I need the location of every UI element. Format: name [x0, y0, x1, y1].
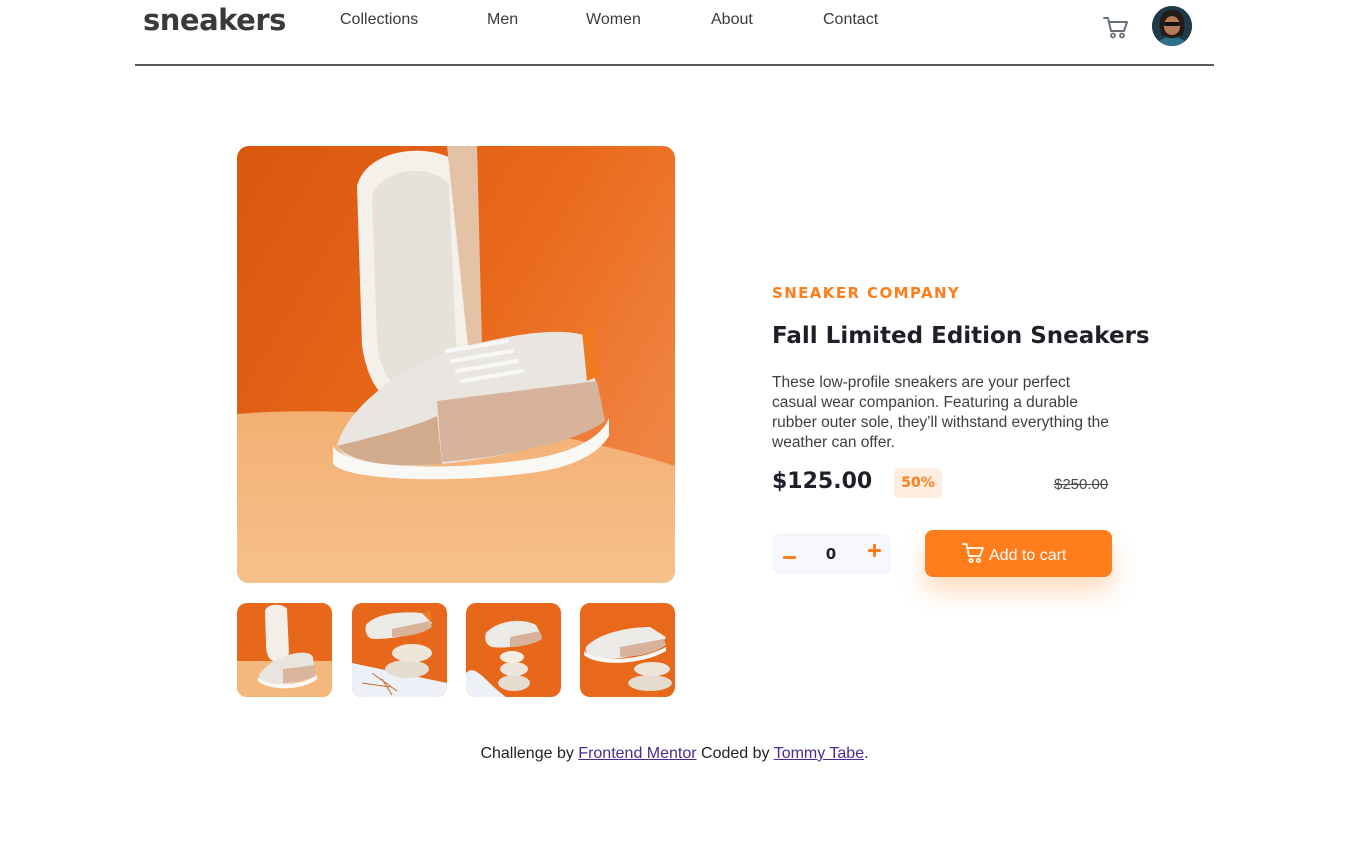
discount-badge: 50% [894, 468, 942, 498]
nav-about[interactable]: About [711, 11, 823, 29]
company-label: SNEAKER COMPANY [772, 284, 961, 302]
frontend-mentor-link[interactable]: Frontend Mentor [578, 745, 696, 762]
nav-men[interactable]: Men [487, 11, 586, 29]
add-to-cart-label: Add to cart [989, 547, 1067, 564]
attribution-footer: Challenge by Frontend Mentor Coded by To… [0, 745, 1349, 763]
thumbnail-2[interactable] [352, 603, 447, 697]
plus-icon[interactable] [868, 544, 882, 558]
thumbnail-4[interactable] [580, 603, 675, 697]
quantity-stepper: 0 [772, 533, 891, 575]
coded-by-text: Coded by [701, 745, 770, 762]
thumbnail-strip [237, 603, 675, 697]
thumbnail-3[interactable] [466, 603, 561, 697]
product-main-image[interactable] [237, 146, 675, 583]
original-price: $250.00 [1054, 476, 1109, 493]
add-to-cart-button[interactable]: Add to cart [925, 530, 1112, 577]
avatar[interactable] [1152, 6, 1192, 46]
minus-icon[interactable] [780, 541, 808, 569]
cart-icon[interactable] [1102, 14, 1130, 40]
main-nav: Collections Men Women About Contact [340, 11, 878, 29]
quantity-value: 0 [825, 545, 837, 563]
thumbnail-1[interactable] [237, 603, 332, 697]
site-header: sneakers Collections Men Women About Con… [135, 0, 1214, 66]
nav-women[interactable]: Women [586, 11, 711, 29]
nav-collections[interactable]: Collections [340, 11, 487, 29]
current-price: $125.00 [772, 469, 873, 494]
logo[interactable]: sneakers [143, 3, 286, 37]
author-link[interactable]: Tommy Tabe [774, 745, 864, 762]
nav-contact[interactable]: Contact [823, 11, 878, 29]
product-description: These low-profile sneakers are your perf… [772, 374, 1109, 451]
challenge-by-text: Challenge by [480, 745, 574, 762]
cart-icon [962, 542, 986, 564]
footer-period: . [864, 745, 869, 762]
product-title: Fall Limited Edition Sneakers [772, 323, 1150, 349]
